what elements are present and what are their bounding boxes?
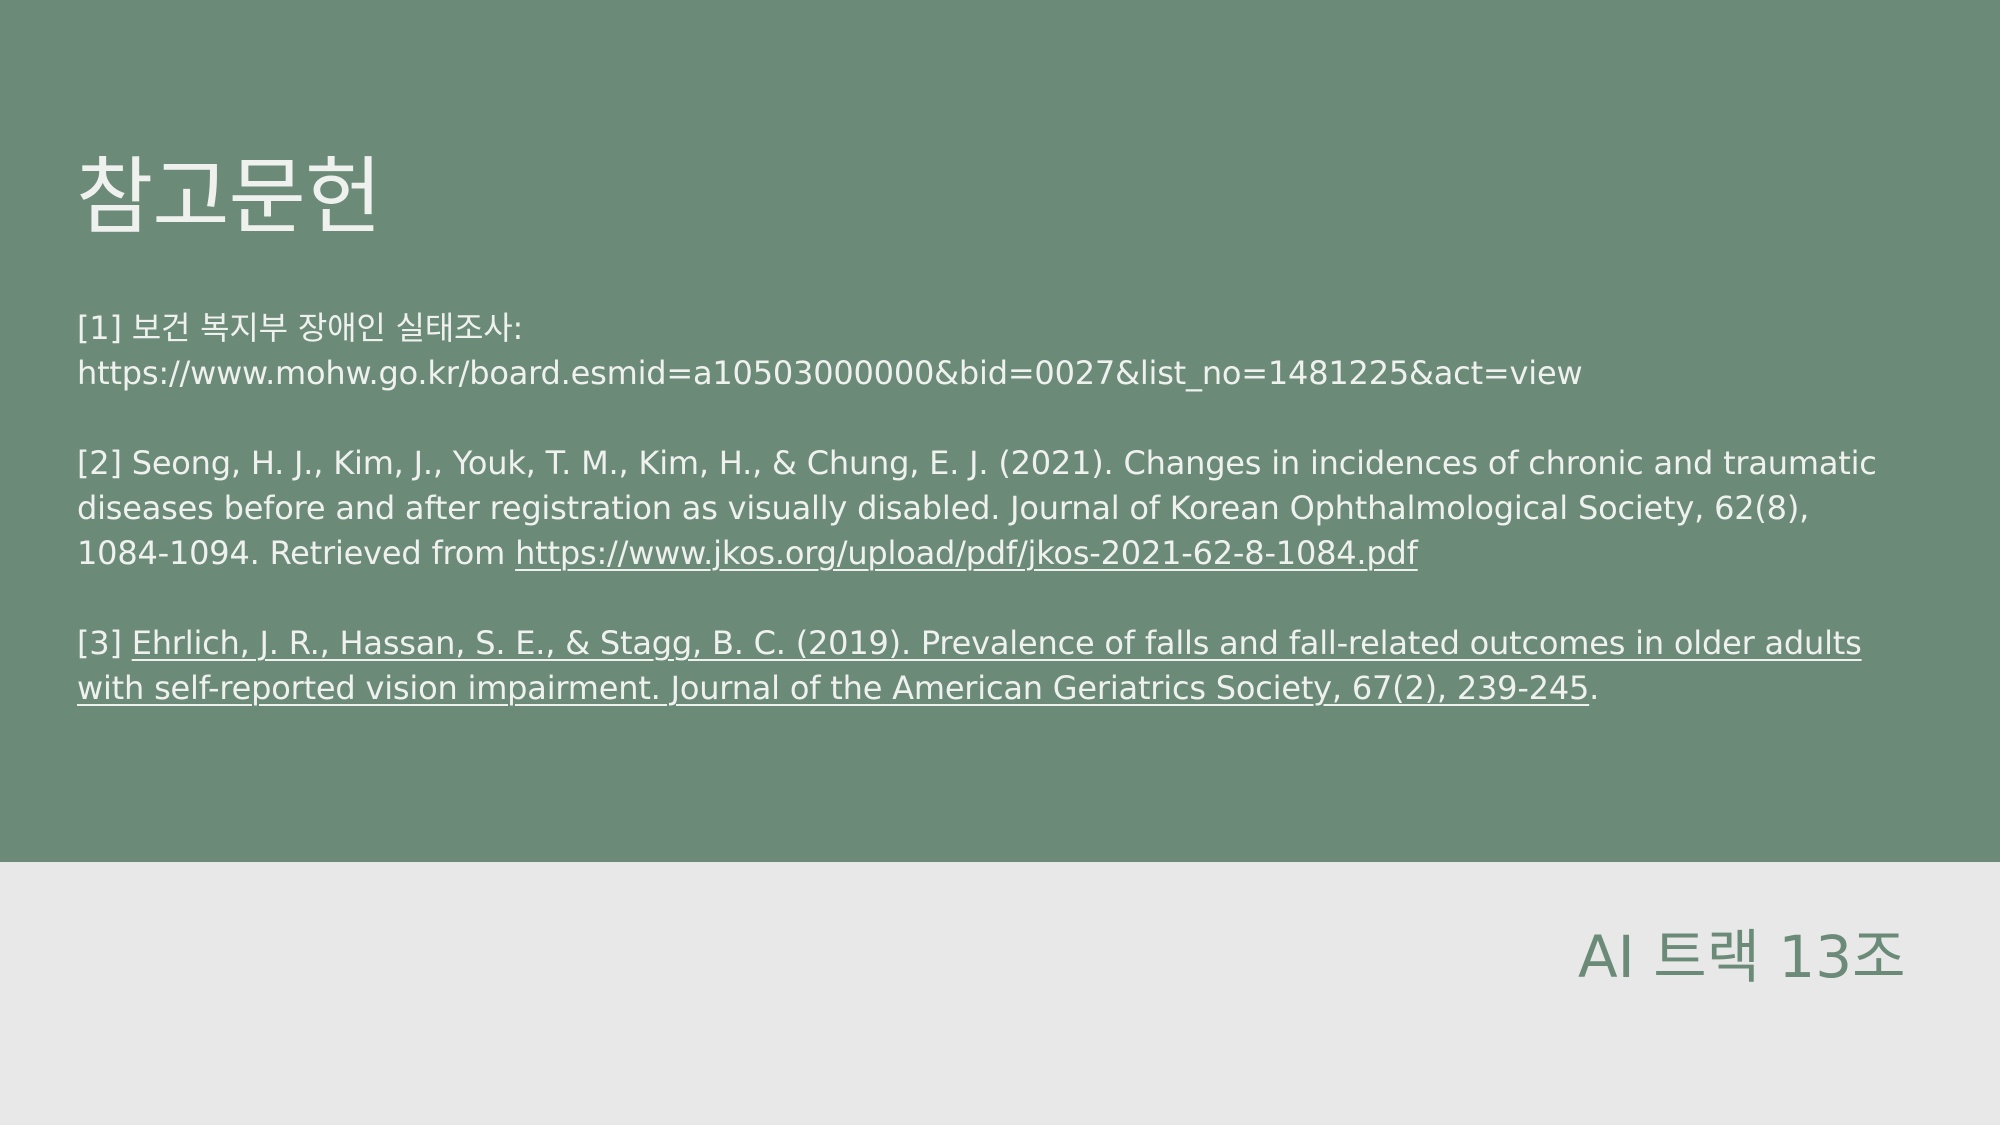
reference-3: [3] Ehrlich, J. R., Hassan, S. E., & Sta… bbox=[77, 621, 1957, 711]
reference-3-line-1: [3] Ehrlich, J. R., Hassan, S. E., & Sta… bbox=[77, 621, 1957, 666]
reference-3-number: [3] bbox=[77, 624, 132, 662]
reference-1-label: [1] 보건 복지부 장애인 실태조사: bbox=[77, 309, 524, 347]
reference-2-line-2: diseases before and after registration a… bbox=[77, 489, 1810, 527]
reference-3-line-2: with self-reported vision impairment. Jo… bbox=[77, 666, 1957, 711]
references-list: [1] 보건 복지부 장애인 실태조사: https://www.mohw.go… bbox=[77, 306, 1957, 756]
reference-3-link-part-1[interactable]: Ehrlich, J. R., Hassan, S. E., & Stagg, … bbox=[132, 624, 1862, 662]
bottom-panel bbox=[0, 862, 2000, 1125]
reference-3-link-part-2[interactable]: with self-reported vision impairment. Jo… bbox=[77, 669, 1589, 707]
reference-2-link[interactable]: https://www.jkos.org/upload/pdf/jkos-202… bbox=[515, 534, 1418, 572]
reference-2-line-1: [2] Seong, H. J., Kim, J., Youk, T. M., … bbox=[77, 444, 1877, 482]
reference-2-retrieved-text: 1084-1094. Retrieved from bbox=[77, 534, 516, 572]
team-label: AI 트랙 13조 bbox=[1578, 923, 1906, 991]
reference-3-period: . bbox=[1589, 669, 1600, 707]
reference-1: [1] 보건 복지부 장애인 실태조사: https://www.mohw.go… bbox=[77, 306, 1957, 396]
page-title: 참고문헌 bbox=[76, 148, 382, 246]
reference-1-url[interactable]: https://www.mohw.go.kr/board.esmid=a1050… bbox=[77, 351, 1957, 396]
reference-2: [2] Seong, H. J., Kim, J., Youk, T. M., … bbox=[77, 441, 1957, 576]
reference-2-line-3: 1084-1094. Retrieved from https://www.jk… bbox=[77, 531, 1957, 576]
